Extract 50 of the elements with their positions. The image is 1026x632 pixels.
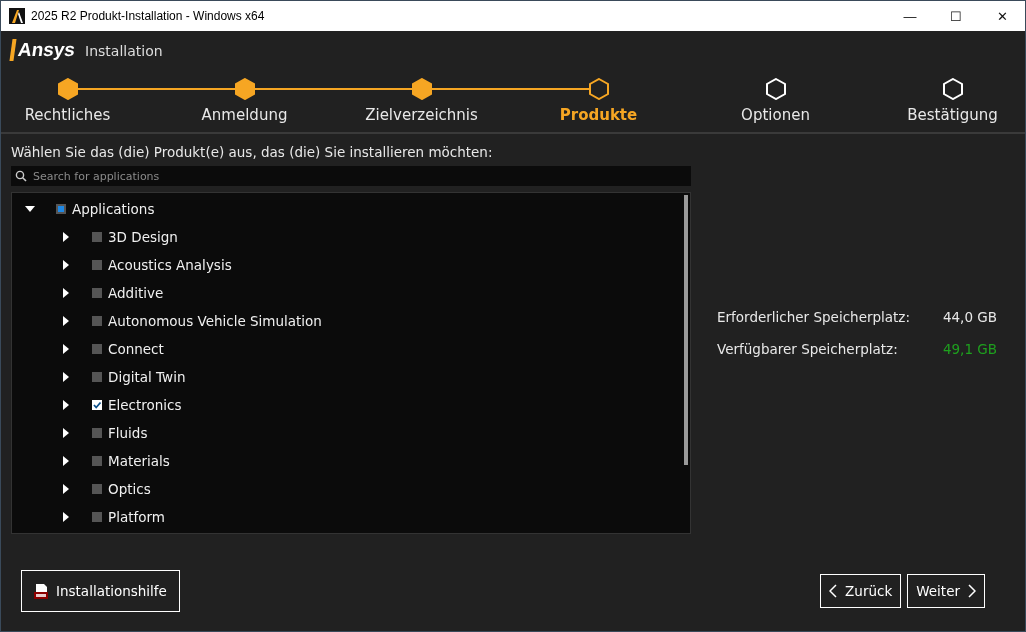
tree-item-label[interactable]: Platform <box>108 509 165 525</box>
step-label: Optionen <box>741 106 810 124</box>
chevron-left-icon <box>829 584 838 598</box>
tree-item-label[interactable]: Optics <box>108 481 151 497</box>
storage-label: Erforderlicher Speicherplatz: <box>717 308 910 325</box>
maximize-button[interactable]: ☐ <box>933 1 979 31</box>
tree-item-label[interactable]: Materials <box>108 453 170 469</box>
storage-value: 49,1 GB <box>942 340 997 357</box>
brand-logo: Ansys <box>9 39 77 61</box>
checkbox[interactable] <box>92 400 102 410</box>
app-logo-icon <box>9 8 25 24</box>
checkbox[interactable] <box>92 316 102 326</box>
instruction-text: Wählen Sie das (die) Produkt(e) aus, das (die) Sie installieren möchten: <box>11 144 494 160</box>
step-label: Bestätigung <box>907 106 998 124</box>
minimize-button[interactable]: — <box>887 1 933 31</box>
next-button[interactable]: Weiter <box>907 574 985 608</box>
checkbox[interactable] <box>92 484 102 494</box>
checkbox[interactable] <box>92 288 102 298</box>
checkbox[interactable] <box>92 260 102 270</box>
storage-label: Verfügbarer Speicherplatz: <box>717 340 898 357</box>
step-label: Produkte <box>559 106 638 124</box>
back-button[interactable]: Zurück <box>820 574 902 608</box>
step-label: Zielverzeichnis <box>365 106 478 124</box>
pdf-file-icon <box>34 583 48 599</box>
tree-item-label[interactable]: Digital Twin <box>108 369 186 385</box>
step-label: Anmeldung <box>201 106 288 124</box>
help-button[interactable]: Installationshilfe <box>21 570 180 612</box>
checkbox[interactable] <box>92 372 102 382</box>
checkbox[interactable] <box>92 428 102 438</box>
checkbox[interactable] <box>92 456 102 466</box>
chevron-right-icon <box>968 584 976 598</box>
step-label: Rechtliches <box>24 106 111 124</box>
header-subtitle: Installation <box>85 43 163 59</box>
tree-item-label[interactable]: Autonomous Vehicle Simulation <box>108 313 322 329</box>
tree-item-label[interactable]: Fluids <box>108 425 148 441</box>
checkbox[interactable] <box>92 344 102 354</box>
tree-item-label[interactable]: Additive <box>108 285 164 301</box>
close-button[interactable]: ✕ <box>979 1 1025 31</box>
tree-item-label[interactable]: Applications <box>72 201 155 217</box>
tree-item-label[interactable]: Acoustics Analysis <box>108 257 232 273</box>
window-title: 2025 R2 Produkt-Installation - Windows x64 <box>31 9 265 23</box>
checkbox[interactable] <box>92 232 102 242</box>
storage-value: 44,0 GB <box>942 308 997 325</box>
tree-item-label[interactable]: 3D Design <box>108 229 178 245</box>
search-field[interactable]: Search for applications <box>11 166 691 186</box>
scrollbar-thumb[interactable] <box>684 195 688 465</box>
search-icon <box>15 170 27 182</box>
checkbox[interactable] <box>92 512 102 522</box>
tree-item-label[interactable]: Connect <box>108 341 164 357</box>
tree-item-label[interactable]: Electronics <box>108 397 182 413</box>
